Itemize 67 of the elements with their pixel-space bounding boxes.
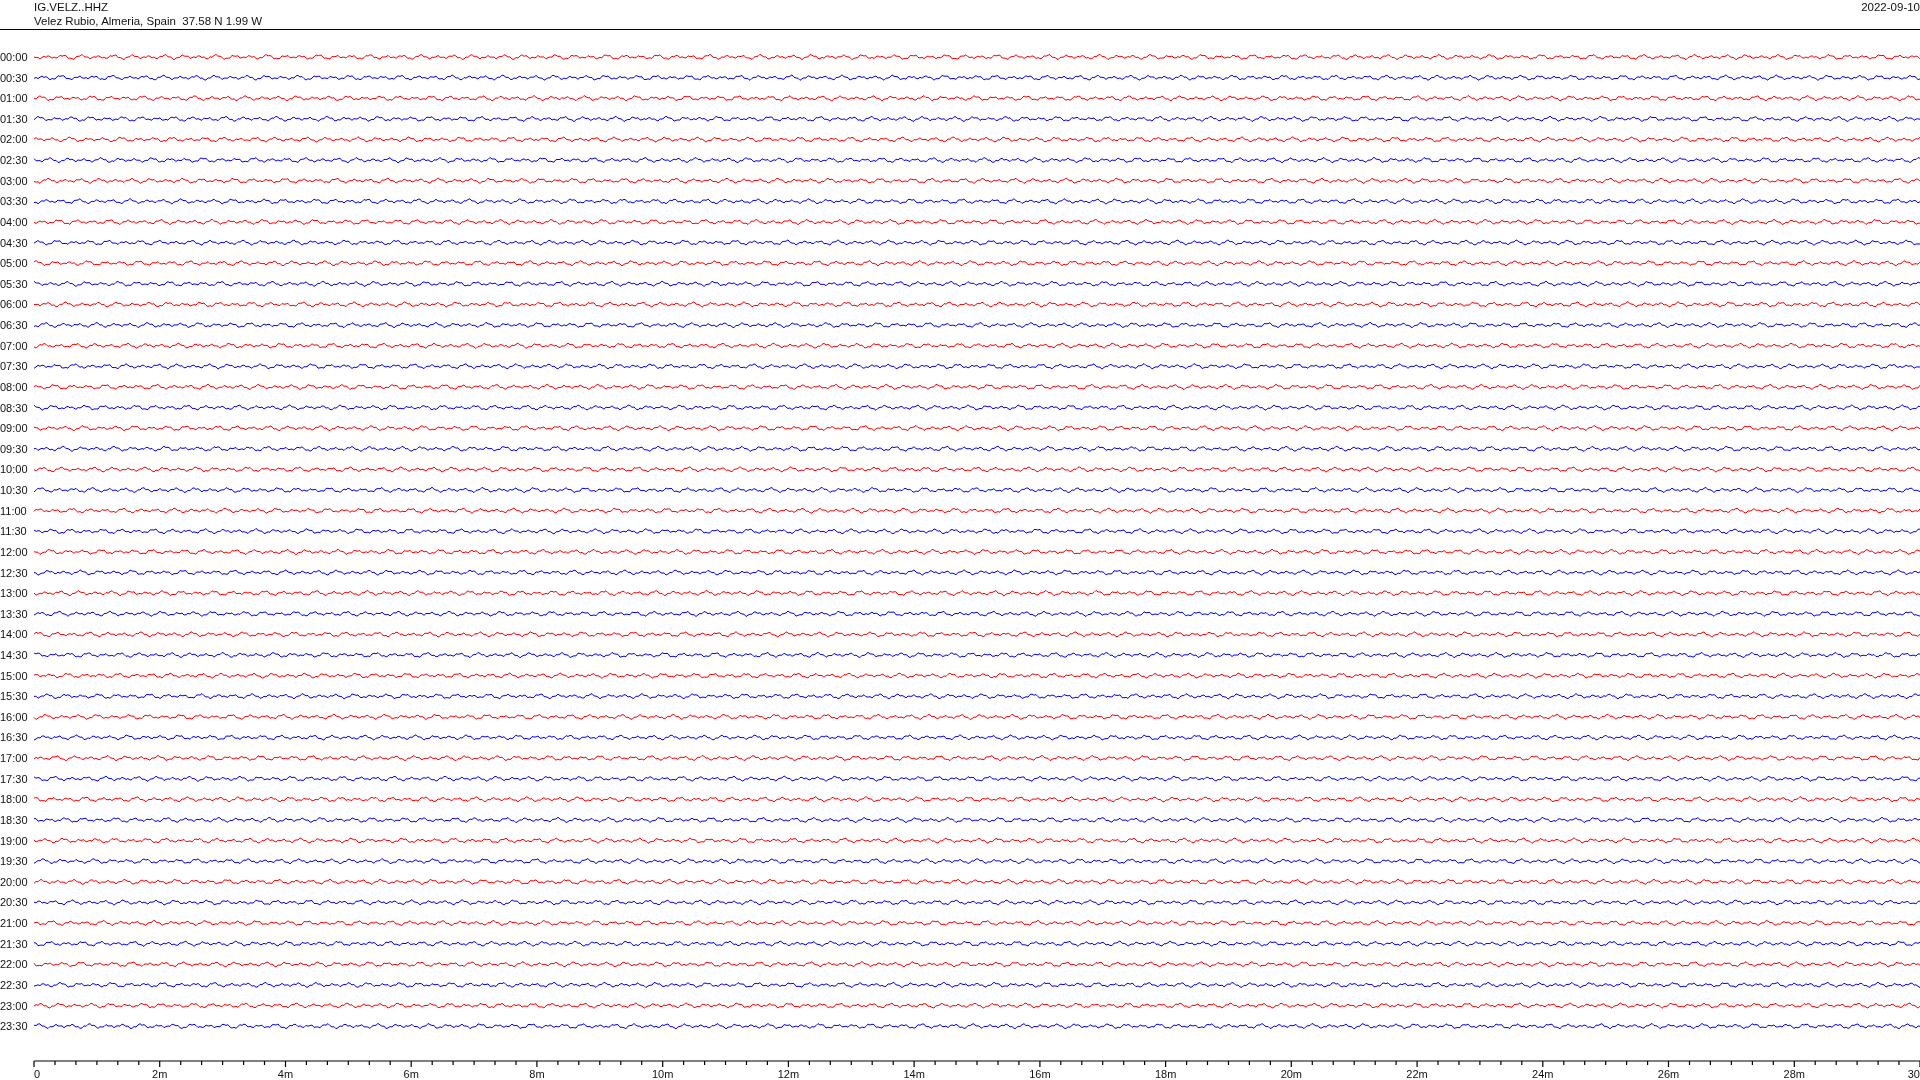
- axis-tick-label: 24m: [1532, 1068, 1554, 1079]
- time-label: 18:30: [0, 813, 28, 826]
- axis-tick-label: 10m: [651, 1068, 674, 1079]
- axis-tick-label: 20m: [1280, 1068, 1303, 1079]
- time-label: 19:00: [0, 834, 28, 847]
- time-label: 10:00: [0, 463, 28, 476]
- axis-tick-label: 14m: [903, 1068, 925, 1079]
- time-label: 12:00: [0, 545, 28, 558]
- time-label: 20:00: [0, 875, 28, 888]
- time-label: 22:00: [0, 958, 28, 971]
- time-label: 22:30: [0, 978, 28, 991]
- time-label: 06:00: [0, 298, 28, 311]
- time-label: 00:00: [0, 51, 28, 63]
- axis-tick-label: 28m: [1783, 1068, 1805, 1079]
- time-label: 14:30: [0, 649, 28, 661]
- axis-tick-label: 16m: [1029, 1068, 1051, 1079]
- axis-tick-label: 2m: [152, 1068, 168, 1079]
- time-label: 01:30: [0, 112, 28, 125]
- time-label: 01:00: [0, 92, 28, 105]
- time-label: 04:30: [0, 236, 28, 249]
- time-label: 08:30: [0, 401, 28, 414]
- axis-tick-label: 22m: [1406, 1068, 1428, 1079]
- time-label: 06:30: [0, 319, 28, 332]
- time-label: 15:00: [0, 669, 28, 682]
- time-label: 02:00: [0, 133, 28, 146]
- axis-tick-label: 6m: [403, 1068, 419, 1079]
- time-label: 16:00: [0, 710, 28, 723]
- time-label: 00:30: [0, 71, 28, 84]
- time-label: 09:00: [0, 422, 28, 435]
- time-label: 13:30: [0, 607, 28, 620]
- time-label: 07:30: [0, 360, 28, 373]
- time-label: 17:00: [0, 752, 28, 765]
- station-code: IG.VELZ..HHZ: [34, 0, 110, 14]
- time-label: 13:00: [0, 587, 28, 600]
- time-label: 05:30: [0, 277, 28, 290]
- axis-tick-label: 26m: [1657, 1068, 1680, 1079]
- time-label: 09:30: [0, 442, 28, 455]
- time-label: 21:00: [0, 917, 28, 930]
- time-label: 15:30: [0, 690, 28, 703]
- axis-tick-label: 4m: [277, 1068, 294, 1079]
- axis-tick-label: 30: [1907, 1068, 1920, 1079]
- time-label: 18:00: [0, 793, 28, 806]
- time-label: 21:30: [0, 937, 28, 950]
- date-label: 2022-09-10: [1861, 0, 1920, 14]
- time-label: 17:30: [0, 772, 28, 785]
- time-label: 19:30: [0, 855, 28, 868]
- time-label: 12:30: [0, 566, 28, 579]
- station-location: Velez Rubio, Almeria, Spain 37.58 N 1.99 W: [34, 14, 263, 28]
- time-label: 23:00: [0, 999, 28, 1012]
- time-label: 14:00: [0, 628, 28, 641]
- time-label: 03:00: [0, 174, 28, 187]
- time-label: 07:00: [0, 339, 28, 352]
- time-label: 05:00: [0, 257, 28, 270]
- axis-tick-label: 8m: [529, 1068, 545, 1079]
- axis-tick-label: 12m: [777, 1068, 800, 1079]
- time-label: 02:30: [0, 154, 28, 167]
- time-label: 16:30: [0, 731, 28, 744]
- axis-tick-label: 18m: [1154, 1068, 1177, 1079]
- time-label: 20:30: [0, 896, 28, 909]
- time-label: 23:30: [0, 1020, 28, 1033]
- time-label: 03:30: [0, 195, 28, 208]
- time-label: 11:30: [0, 525, 27, 538]
- time-label: 11:00: [0, 504, 27, 517]
- time-label: 08:00: [0, 380, 28, 393]
- time-label: 10:30: [0, 484, 28, 496]
- axis-tick-label: 0: [34, 1068, 41, 1079]
- time-label: 04:00: [0, 215, 28, 228]
